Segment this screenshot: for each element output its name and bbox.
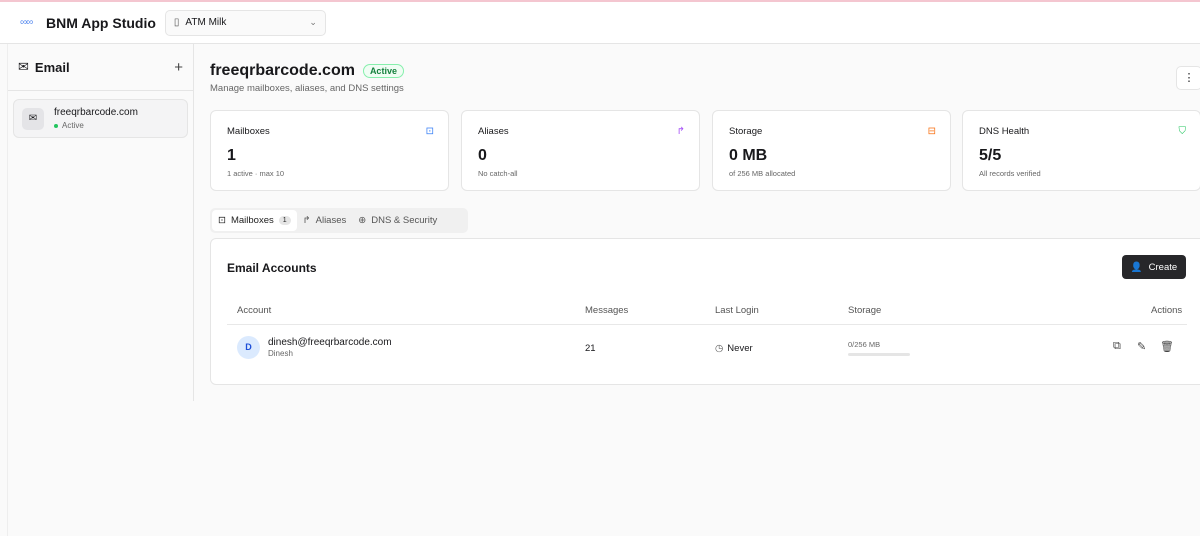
sidebar-item-domain[interactable]: ✉ freeqrbarcode.com Active xyxy=(13,99,188,138)
edit-icon[interactable]: ✎ xyxy=(1137,340,1146,353)
messages-count: 21 xyxy=(585,343,596,354)
forward-icon: ↱ xyxy=(676,126,685,137)
left-rail xyxy=(0,44,8,536)
stat-card-storage: Storage ⊟ 0 MB of 256 MB allocated xyxy=(712,110,951,191)
storage-bar xyxy=(848,353,910,356)
last-login: Never xyxy=(727,343,753,354)
organization-select[interactable]: ▯ ATM Milk ⌄ xyxy=(164,9,326,36)
domain-name: freeqrbarcode.com xyxy=(54,107,138,118)
stat-note: No catch-all xyxy=(478,169,518,178)
user-plus-icon: 👤 xyxy=(1130,261,1143,273)
tab-label: Mailboxes xyxy=(230,215,274,226)
tab-aliases[interactable]: ↱ Aliases xyxy=(297,210,353,231)
organization-name: ATM Milk xyxy=(185,17,227,28)
more-options-button[interactable]: ⋮ xyxy=(1176,66,1200,90)
stat-card-aliases: Aliases ↱ 0 No catch-all xyxy=(461,110,700,191)
tab-bar: ⊡ Mailboxes 1 ↱ Aliases ⊕ DNS & Security xyxy=(210,208,468,233)
globe-icon: ⊕ xyxy=(358,215,367,226)
stat-label: DNS Health xyxy=(979,126,1030,137)
app-name: BNM App Studio xyxy=(46,14,156,31)
tab-dns-security[interactable]: ⊕ DNS & Security xyxy=(352,210,443,231)
account-name: Dinesh xyxy=(268,349,293,358)
building-icon: ▯ xyxy=(173,17,180,28)
create-button[interactable]: 👤 Create xyxy=(1122,255,1186,279)
copy-icon[interactable]: ⧉ xyxy=(1113,340,1121,353)
tab-label: DNS & Security xyxy=(371,215,438,226)
stat-label: Storage xyxy=(729,126,763,137)
mail-icon: ✉ xyxy=(22,107,44,130)
stat-value: 0 MB xyxy=(729,147,768,164)
status-badge: Active xyxy=(362,64,404,78)
domain-status: Active xyxy=(62,121,84,130)
tab-mailboxes[interactable]: ⊡ Mailboxes 1 xyxy=(212,210,297,231)
stat-label: Aliases xyxy=(478,126,509,137)
forward-icon: ↱ xyxy=(302,215,311,226)
sidebar-header: ✉ Email + xyxy=(8,44,193,91)
stat-value: 5/5 xyxy=(979,147,1002,164)
tab-label: Aliases xyxy=(315,215,347,226)
stat-note: 1 active · max 10 xyxy=(227,169,285,178)
email-accounts-panel: Email Accounts 👤 Create Account Messages … xyxy=(210,238,1200,385)
stat-note: of 256 MB allocated xyxy=(729,169,796,178)
trash-icon[interactable]: 🗑 xyxy=(1160,340,1174,353)
inbox-icon: ⊡ xyxy=(218,215,226,226)
status-dot xyxy=(54,123,58,128)
clock-icon: ◷ xyxy=(715,343,724,354)
account-email: dinesh@freeqrbarcode.com xyxy=(268,337,392,348)
create-label: Create xyxy=(1148,261,1178,273)
stat-value: 0 xyxy=(478,147,487,164)
storage-usage: 0/256 MB xyxy=(848,340,881,349)
column-header: Messages xyxy=(585,305,629,316)
stat-label: Mailboxes xyxy=(227,126,270,137)
tab-count: 1 xyxy=(278,216,291,225)
top-bar: ∞∞ BNM App Studio ▯ ATM Milk ⌄ xyxy=(0,2,1200,44)
app-logo-icon: ∞∞ xyxy=(20,17,33,28)
hard-drive-icon: ⊟ xyxy=(927,126,936,137)
column-header: Storage xyxy=(848,305,882,316)
column-header: Account xyxy=(237,305,272,316)
chevron-down-icon: ⌄ xyxy=(309,17,317,27)
stat-note: All records verified xyxy=(979,169,1041,178)
sidebar-title: Email xyxy=(34,59,70,75)
stat-card-mailboxes: Mailboxes ⊡ 1 1 active · max 10 xyxy=(210,110,449,191)
page-subtitle: Manage mailboxes, aliases, and DNS setti… xyxy=(210,83,404,94)
column-header: Actions xyxy=(1151,305,1183,316)
stat-card-dns-health: DNS Health ⛉ 5/5 All records verified xyxy=(962,110,1200,191)
add-domain-button[interactable]: + xyxy=(174,59,183,76)
page-title: freeqrbarcode.com xyxy=(210,62,355,79)
inbox-icon: ⊡ xyxy=(425,126,434,137)
mail-icon: ✉ xyxy=(18,59,29,74)
panel-title: Email Accounts xyxy=(227,261,317,275)
shield-check-icon: ⛉ xyxy=(1178,126,1187,137)
avatar: D xyxy=(237,336,260,359)
stat-value: 1 xyxy=(227,147,236,164)
divider xyxy=(227,324,1187,325)
sidebar: ✉ Email + ✉ freeqrbarcode.com Active xyxy=(8,44,194,401)
column-header: Last Login xyxy=(715,305,759,316)
